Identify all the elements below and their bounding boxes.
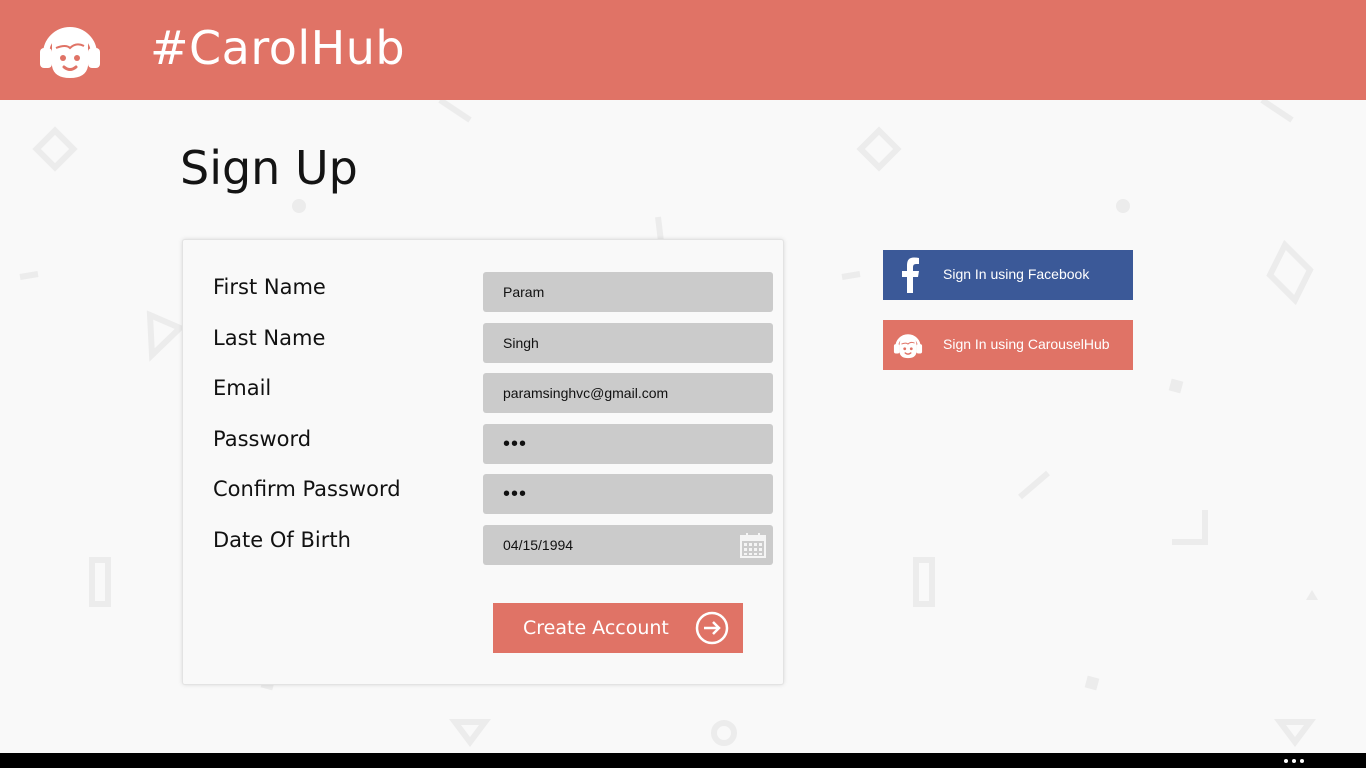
headphones-face-icon — [893, 334, 923, 359]
confirm-password-input[interactable]: ••• — [483, 474, 773, 514]
app-bar — [0, 753, 1366, 768]
first-name-input[interactable]: Param — [483, 272, 773, 312]
confirm-password-row: Confirm Password ••• — [213, 473, 773, 514]
arrow-right-circle-icon — [695, 611, 729, 645]
app-title: #CarolHub — [150, 21, 406, 75]
facebook-signin-button[interactable]: Sign In using Facebook — [883, 250, 1133, 300]
password-input[interactable]: ••• — [483, 424, 773, 464]
password-label: Password — [213, 427, 312, 451]
date-of-birth-picker[interactable]: 04/15/1994 — [483, 525, 773, 565]
carouselhub-signin-label: Sign In using CarouselHub — [943, 336, 1110, 352]
page-title: Sign Up — [180, 141, 358, 195]
first-name-row: First Name Param — [213, 271, 773, 312]
app-header: #CarolHub — [0, 0, 1366, 100]
carouselhub-signin-button[interactable]: Sign In using CarouselHub — [883, 320, 1133, 370]
email-row: Email paramsinghvc@gmail.com — [213, 372, 773, 413]
password-row: Password ••• — [213, 423, 773, 464]
facebook-icon — [902, 257, 919, 293]
confirm-password-label: Confirm Password — [213, 477, 401, 501]
date-of-birth-label: Date Of Birth — [213, 528, 351, 552]
date-of-birth-row: Date Of Birth 04/15/1994 — [213, 524, 773, 565]
facebook-signin-label: Sign In using Facebook — [943, 266, 1090, 282]
email-label: Email — [213, 376, 272, 400]
first-name-label: First Name — [213, 275, 326, 299]
create-account-label: Create Account — [523, 617, 669, 639]
signup-form: First Name Param Last Name Singh Email p… — [182, 239, 784, 685]
more-icon[interactable] — [1282, 755, 1306, 765]
last-name-label: Last Name — [213, 326, 326, 350]
calendar-icon[interactable] — [739, 531, 767, 559]
date-of-birth-value: 04/15/1994 — [503, 537, 574, 553]
last-name-input[interactable]: Singh — [483, 323, 773, 363]
last-name-row: Last Name Singh — [213, 322, 773, 363]
email-input[interactable]: paramsinghvc@gmail.com — [483, 373, 773, 413]
headphones-face-icon — [40, 27, 100, 78]
create-account-button[interactable]: Create Account — [493, 603, 743, 653]
